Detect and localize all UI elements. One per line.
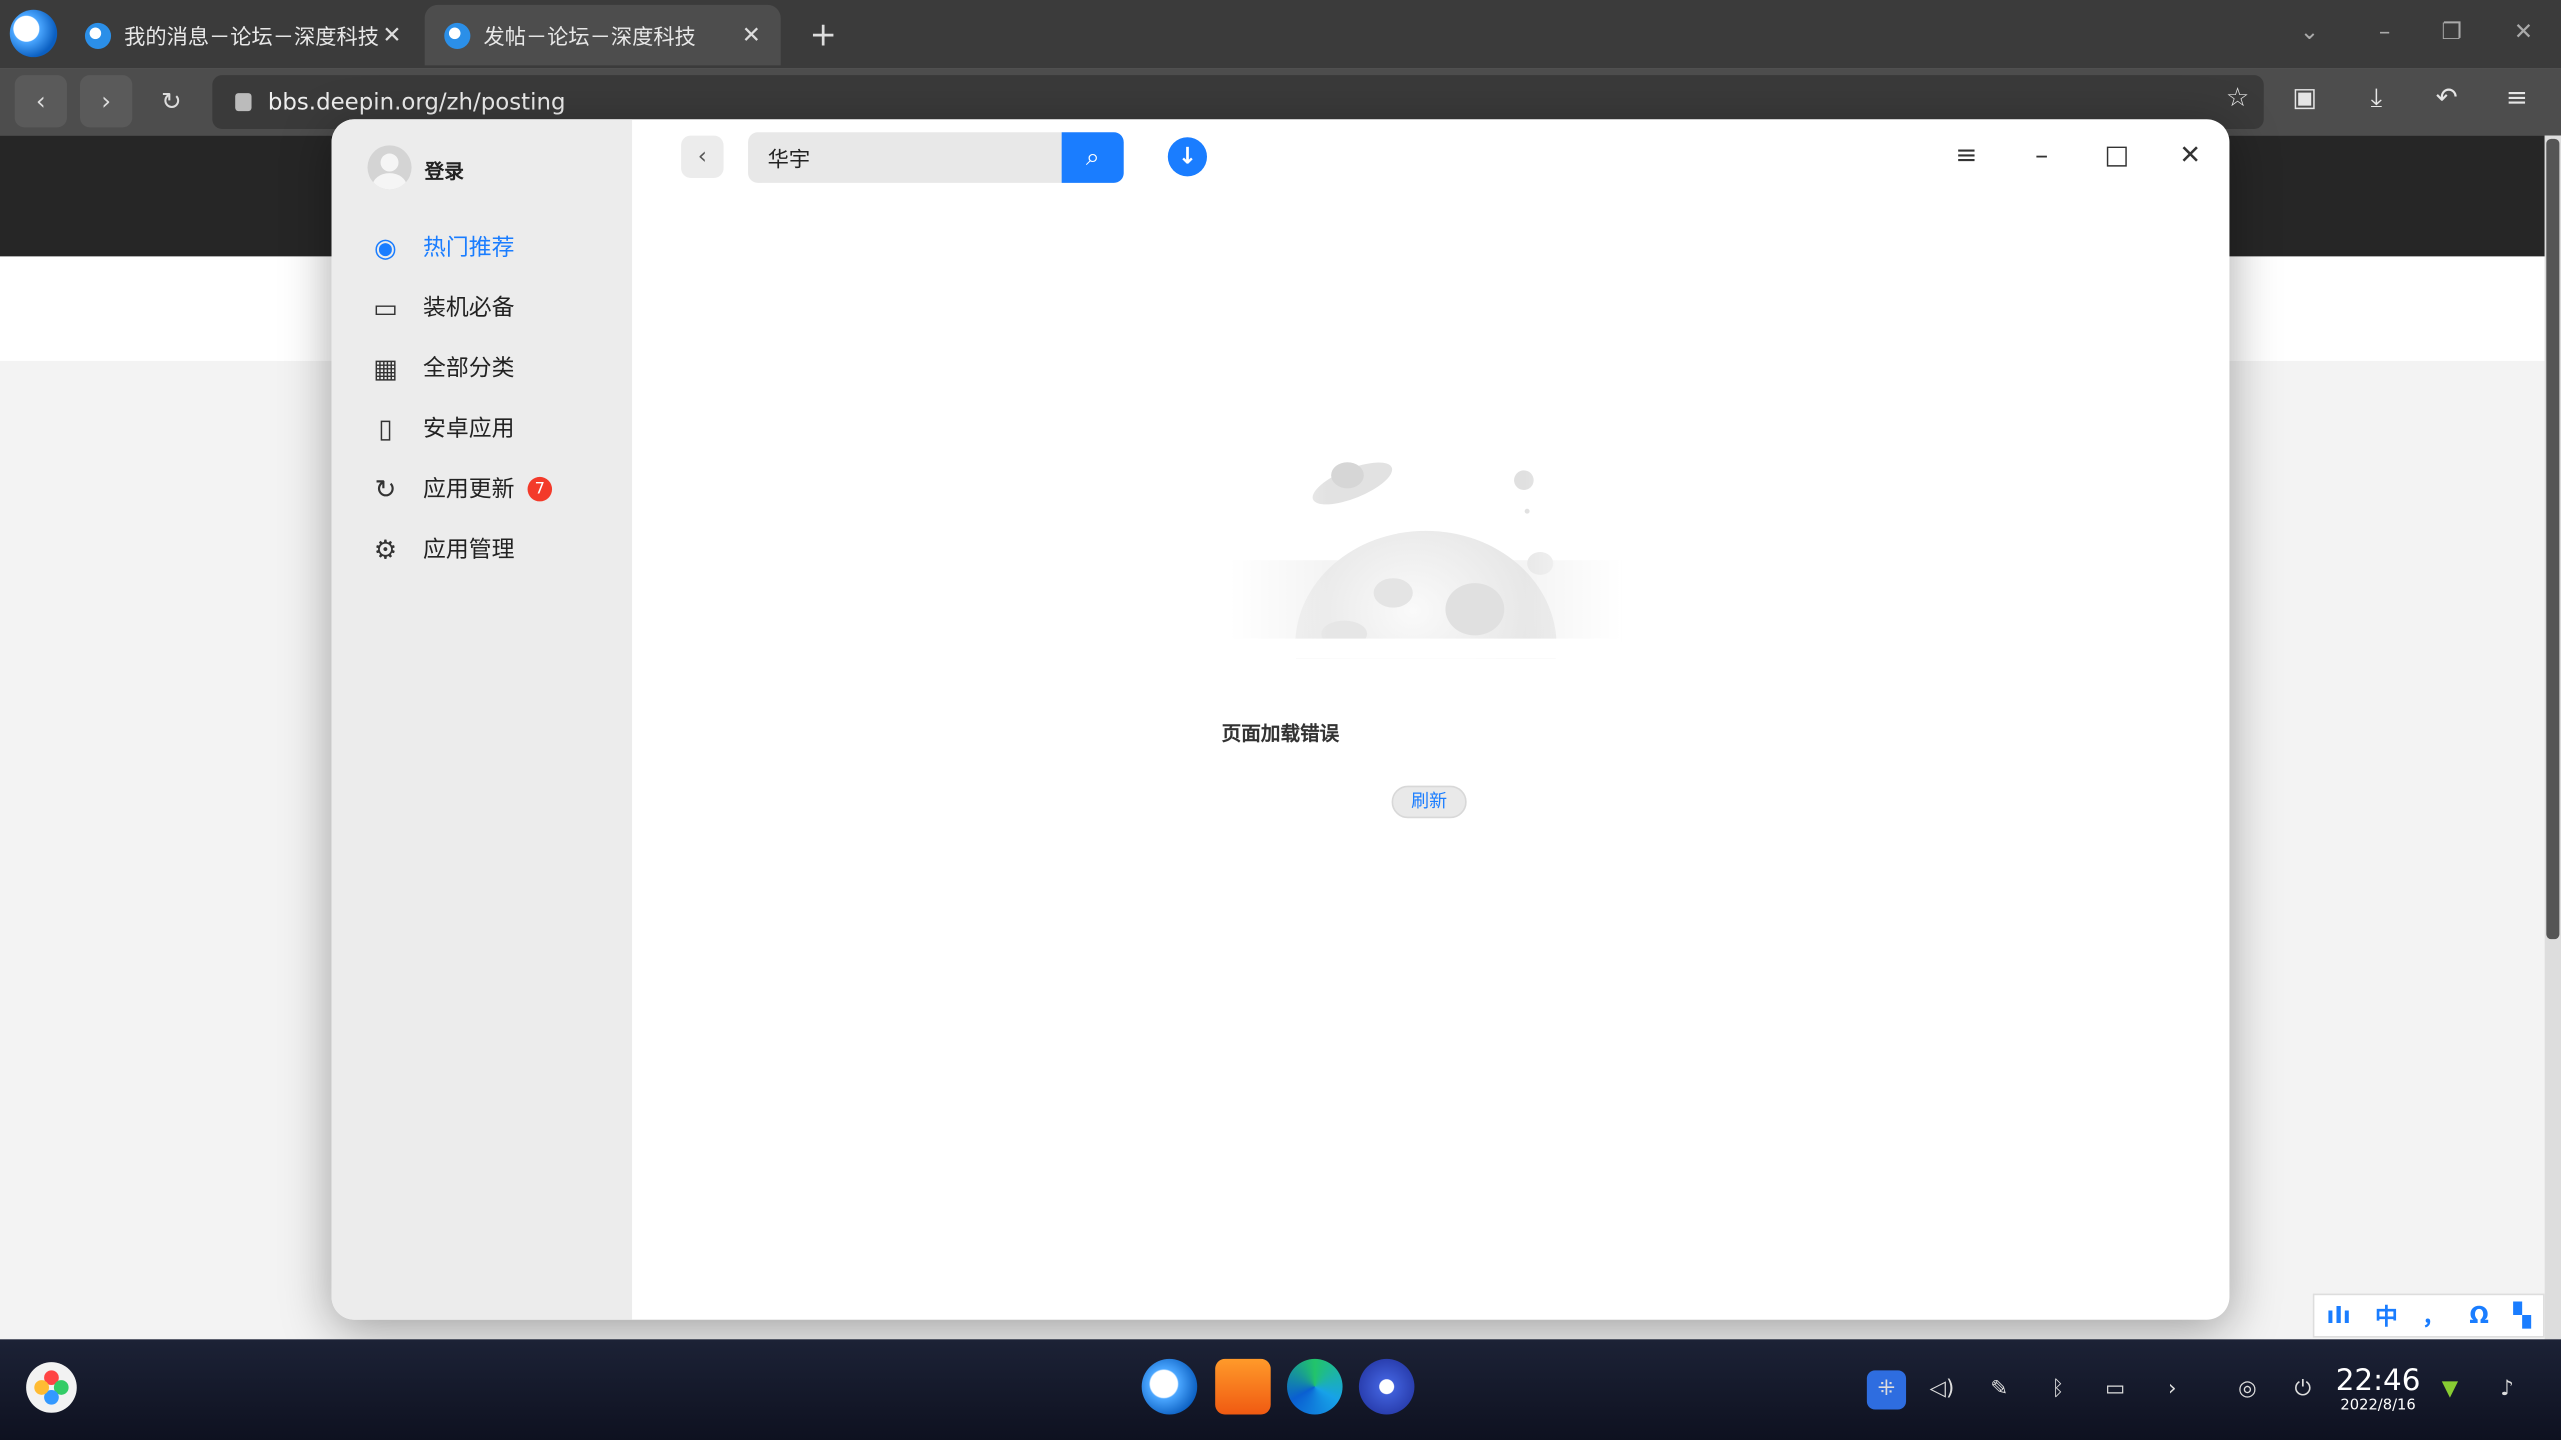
url-text: bbs.deepin.org/zh/posting [267,89,566,116]
ime-punctuation-toggle[interactable]: ， [2422,1299,2445,1332]
flame-icon: ◉ [374,231,397,263]
tab-close-icon[interactable]: ✕ [738,22,764,48]
login-link[interactable]: 登录 [425,157,464,185]
ime-voice-icon[interactable]: ıIı [2327,1303,2351,1329]
tray-expand-chevron-icon[interactable]: › [2153,1370,2192,1409]
lock-icon [235,93,252,112]
menu-icon[interactable]: ≡ [1949,139,1985,170]
phone-icon: ▯ [378,412,393,444]
sidebar-item-essentials[interactable]: ▭ 装机必备 [364,283,625,332]
clock-date: 2022/8/16 [2340,1398,2416,1415]
ime-grid-icon[interactable]: ▚ [2513,1303,2531,1329]
launcher-icon[interactable] [26,1362,77,1413]
monitor-icon: ▭ [373,291,398,323]
grid-icon: ▦ [373,351,398,384]
tab-list-chevron-icon[interactable]: ⌄ [2293,20,2326,46]
search-input[interactable]: 华宇 [748,132,1062,183]
avatar[interactable] [367,145,412,190]
gear-icon: ⚙ [373,533,398,565]
deepin-favicon-icon [444,22,471,49]
planet-error-illustration [1229,445,1622,659]
refresh-button[interactable]: 刷新 [1391,785,1467,819]
new-tab-button[interactable]: + [804,16,843,55]
app-store-window: 登录 ◉ 热门推荐 ▭ 装机必备 ▦ 全部分类 ▯ 安卓应用 ↻ 应用更新 7 [331,119,2230,1320]
sidebar-item-label: 装机必备 [423,295,515,322]
ime-toolbar: ıIı 中 ， Ω ▚ [2312,1293,2545,1338]
browser-tab-messages[interactable]: 我的消息－论坛－深度科技 ✕ [65,5,421,65]
sidebar-item-categories[interactable]: ▦ 全部分类 [364,343,625,392]
close-icon[interactable]: ✕ [2172,139,2208,170]
sidebar-item-updates[interactable]: ↻ 应用更新 7 [364,464,625,513]
input-method-tray-icon[interactable]: ⁜ [1866,1370,1907,1410]
clock-time: 22:46 [2335,1363,2421,1399]
search-value: 华宇 [767,148,811,174]
update-count-badge: 7 [527,476,553,501]
sidebar-item-manage[interactable]: ⚙ 应用管理 [364,524,625,573]
forward-button[interactable]: › [80,75,133,128]
sidebar-item-hot[interactable]: ◉ 热门推荐 [364,222,625,271]
app-store-dock-icon[interactable] [1215,1358,1271,1415]
clock[interactable]: 22:46 2022/8/16 [2336,1365,2421,1416]
sidebar-item-android[interactable]: ▯ 安卓应用 [364,403,625,452]
bluetooth-icon[interactable]: ᛒ [2038,1370,2077,1409]
back-button[interactable]: ‹ [14,75,67,128]
tab-title: 我的消息－论坛－深度科技 [124,26,379,51]
power-icon[interactable]: ⏻ [2283,1370,2322,1409]
minimize-icon[interactable]: – [2024,139,2060,170]
back-button[interactable]: ‹ [681,135,724,179]
restore-button[interactable]: ❐ [2435,20,2468,46]
close-window-button[interactable]: ✕ [2507,20,2540,46]
bookmark-star-icon[interactable]: ☆ [2218,82,2257,113]
pen-icon[interactable]: ✎ [1980,1370,2019,1409]
ime-mode-toggle[interactable]: 中 [2375,1299,2398,1332]
trash-icon[interactable]: ▼ [2430,1370,2469,1409]
page-scrollbar[interactable] [2544,135,2561,1340]
tab-title: 发帖－论坛－深度科技 [483,26,696,51]
refresh-icon: ↻ [374,472,397,504]
error-message: 页面加载错误 [1221,721,1340,745]
browser-logo-icon[interactable] [9,9,58,58]
battery-icon[interactable]: ▭ [2096,1370,2135,1409]
maximize-icon[interactable]: □ [2099,139,2135,170]
assistant-icon[interactable]: ◎ [2228,1370,2267,1409]
menu-icon[interactable]: ≡ [2497,82,2536,113]
tab-close-icon[interactable]: ✕ [379,22,405,48]
undo-icon[interactable]: ↶ [2427,82,2466,113]
deepin-favicon-icon [84,22,112,49]
sidebar-item-label: 应用更新 [423,476,515,504]
notification-bell-icon[interactable]: ♪ [2488,1370,2527,1409]
reload-icon[interactable]: ↻ [145,75,197,127]
edge-dock-icon[interactable] [1287,1358,1343,1415]
sidebar-item-label: 热门推荐 [423,235,515,262]
download-icon[interactable]: ⤓ [2357,82,2396,115]
download-manager-icon[interactable]: ↓ [1167,137,1208,177]
ime-symbols-button[interactable]: Ω [2469,1303,2488,1329]
volume-icon[interactable]: ◁) [1922,1370,1961,1409]
sidebar-item-label: 全部分类 [423,356,515,383]
minimize-button[interactable]: – [2368,20,2401,46]
sidebar-item-label: 安卓应用 [423,416,515,443]
sidebar-item-label: 应用管理 [423,537,515,564]
settings-dock-icon[interactable] [1358,1358,1415,1415]
search-button[interactable]: ⌕ [1061,132,1124,183]
browser-tab-posting[interactable]: 发帖－论坛－深度科技 ✕ [424,4,781,66]
browser-dock-icon[interactable] [1141,1358,1198,1415]
collections-icon[interactable]: ▣ [2285,82,2324,113]
